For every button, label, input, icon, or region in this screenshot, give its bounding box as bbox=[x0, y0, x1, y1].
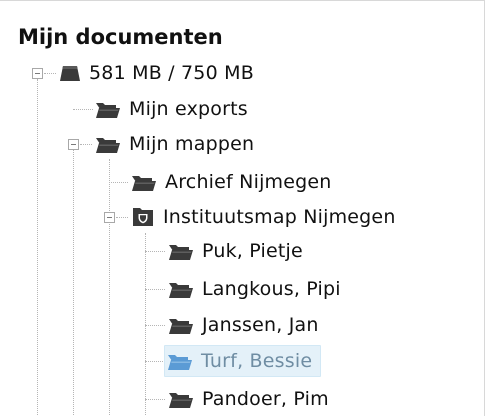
tree-node-label: Pandoer, Pim bbox=[202, 388, 329, 410]
tree-node-label: Puk, Pietje bbox=[202, 240, 303, 262]
shared-folder-icon bbox=[131, 207, 155, 227]
database-icon bbox=[59, 64, 81, 82]
collapse-toggle-instituutsmap[interactable] bbox=[104, 212, 115, 223]
tree-node-mijn-exports[interactable]: Mijn exports bbox=[92, 94, 252, 124]
folder-icon bbox=[131, 173, 157, 192]
tree-node-pandoer-pim[interactable]: Pandoer, Pim bbox=[165, 384, 333, 414]
folder-icon bbox=[168, 316, 194, 335]
tree-guide-mappen bbox=[109, 159, 110, 416]
tree-guide-root bbox=[37, 79, 38, 416]
tree-connector bbox=[145, 251, 165, 252]
collapse-toggle-storage[interactable] bbox=[32, 68, 43, 79]
tree-connector bbox=[145, 325, 165, 326]
tree-connector bbox=[145, 289, 165, 290]
folder-icon bbox=[168, 280, 194, 299]
tree-connector bbox=[44, 73, 56, 74]
tree-node-instituutsmap-nijmegen[interactable]: Instituutsmap Nijmegen bbox=[128, 202, 400, 232]
tree-connector bbox=[80, 144, 92, 145]
tree-node-label: Janssen, Jan bbox=[202, 314, 319, 336]
tree-node-label: Mijn exports bbox=[129, 98, 248, 120]
tree-connector bbox=[145, 361, 165, 362]
tree-node-label: Instituutsmap Nijmegen bbox=[163, 206, 396, 228]
tree-node-label: Turf, Bessie bbox=[201, 350, 313, 372]
documents-panel: Mijn documenten 581 MB / 750 MB Mijn exp… bbox=[0, 0, 485, 416]
tree-connector bbox=[116, 217, 128, 218]
tree-node-label: Mijn mappen bbox=[129, 133, 255, 155]
tree-node-label: Langkous, Pipi bbox=[202, 278, 341, 300]
tree-node-janssen-jan[interactable]: Janssen, Jan bbox=[165, 310, 323, 340]
tree-node-mijn-mappen[interactable]: Mijn mappen bbox=[92, 129, 258, 159]
folder-icon bbox=[95, 100, 121, 119]
tree-connector bbox=[73, 109, 93, 110]
folder-icon bbox=[167, 352, 193, 371]
tree-connector bbox=[145, 399, 165, 400]
tree-node-archief-nijmegen[interactable]: Archief Nijmegen bbox=[128, 167, 336, 197]
tree-node-puk-pietje[interactable]: Puk, Pietje bbox=[165, 236, 307, 266]
tree-connector bbox=[109, 182, 128, 183]
collapse-toggle-mijn-mappen[interactable] bbox=[68, 139, 79, 150]
panel-title: Mijn documenten bbox=[18, 25, 223, 49]
folder-icon bbox=[168, 242, 194, 261]
tree-node-storage[interactable]: 581 MB / 750 MB bbox=[56, 58, 258, 88]
folder-icon bbox=[95, 135, 121, 154]
tree-node-langkous-pipi[interactable]: Langkous, Pipi bbox=[165, 274, 345, 304]
folder-icon bbox=[168, 390, 194, 409]
tree-node-turf-bessie[interactable]: Turf, Bessie bbox=[164, 345, 322, 377]
tree-guide-folders bbox=[73, 150, 74, 416]
tree-node-label: 581 MB / 750 MB bbox=[89, 62, 254, 84]
tree-node-label: Archief Nijmegen bbox=[165, 171, 332, 193]
